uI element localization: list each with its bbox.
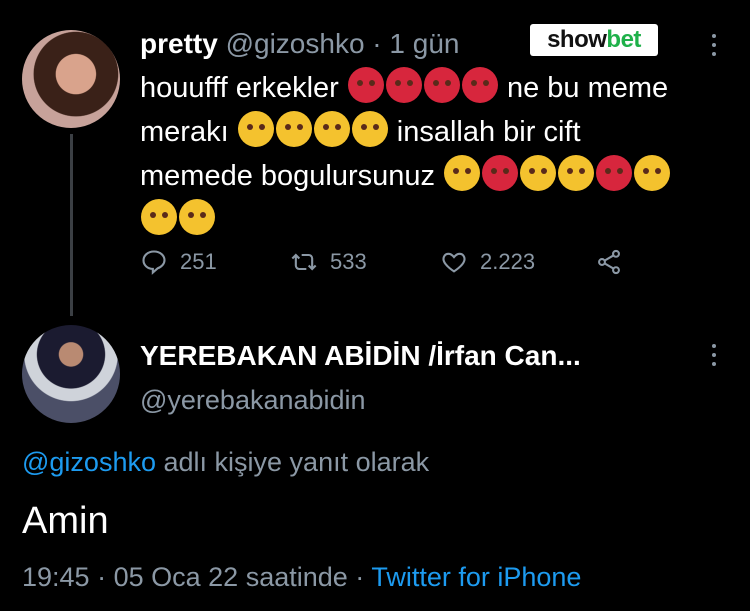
retweet-icon: [291, 253, 317, 271]
reply-count: 251: [180, 249, 217, 274]
tweet-meta: 19:45 · 05 Oca 22 saatinde · Twitter for…: [22, 562, 581, 593]
steam-face-icon: [141, 199, 177, 235]
steam-face-icon: [444, 155, 481, 191]
steam-face-icon: [179, 199, 215, 235]
tweet-text: houufff erkekler ne bu meme merakı insal…: [140, 66, 730, 242]
reply-context: @gizoshko adlı kişiye yanıt olarak: [22, 447, 429, 478]
thread-connector: [70, 134, 73, 316]
angry-face-icon: [596, 155, 633, 191]
angry-face-icon: [423, 67, 460, 103]
tweet-actions: 251 533 2.223: [140, 248, 640, 288]
author-handle[interactable]: @gizoshko: [226, 28, 365, 59]
avatar[interactable]: [22, 325, 120, 423]
frowning-face-icon: [520, 155, 557, 191]
reply-button[interactable]: 251: [140, 248, 217, 276]
frowning-face-icon: [275, 111, 312, 147]
author-handle[interactable]: @yerebakanabidin: [140, 385, 366, 416]
like-button[interactable]: 2.223: [440, 248, 535, 276]
retweet-count: 533: [330, 249, 367, 274]
angry-face-icon: [461, 67, 498, 103]
steam-face-icon: [558, 155, 595, 191]
steam-face-icon: [313, 111, 350, 147]
angry-face-icon: [385, 67, 422, 103]
like-count: 2.223: [480, 249, 536, 274]
mention-link[interactable]: @gizoshko: [22, 447, 156, 477]
tweet-source[interactable]: Twitter for iPhone: [371, 562, 581, 592]
text-segment: houufff erkekler: [140, 72, 339, 104]
separator-dot: ·: [372, 28, 382, 59]
tweet-time[interactable]: 19:45: [22, 562, 90, 592]
text-segment: insallah bir cift: [396, 116, 581, 148]
tweet-date[interactable]: 05 Oca 22 saatinde: [114, 562, 348, 592]
share-icon: [598, 249, 620, 275]
frowning-face-icon: [237, 111, 274, 147]
text-segment: ne bu meme: [506, 72, 669, 104]
tweet-thread: pretty @gizoshko · 1 gün show bet houufff…: [0, 0, 750, 611]
author-name[interactable]: YEREBAKAN ABİDİN /İrfan Can...: [140, 340, 581, 372]
angry-face-icon: [347, 67, 384, 103]
reply-icon: [142, 250, 166, 275]
avatar[interactable]: [22, 30, 120, 128]
steam-face-icon: [351, 111, 388, 147]
share-button[interactable]: [595, 248, 623, 276]
logo-text-show: show: [547, 26, 607, 53]
text-segment: memede bogulursunuz: [140, 160, 436, 192]
like-icon: [442, 252, 466, 273]
logo-text-bet: bet: [606, 26, 641, 53]
tweet-header: pretty @gizoshko · 1 gün: [140, 28, 459, 60]
author-name[interactable]: pretty: [140, 28, 218, 59]
more-icon[interactable]: [708, 344, 720, 366]
reply-context-text: adlı kişiye yanıt olarak: [163, 447, 430, 477]
angry-face-icon: [482, 155, 519, 191]
retweet-button[interactable]: 533: [290, 248, 367, 276]
steam-face-icon: [634, 155, 671, 191]
more-icon[interactable]: [708, 34, 720, 56]
text-segment: merakı: [140, 116, 229, 148]
showbet-logo: show bet: [530, 24, 658, 56]
tweet-time[interactable]: 1 gün: [389, 28, 459, 59]
tweet-text: Amin: [22, 500, 109, 542]
separator-dot: ·: [97, 562, 107, 592]
separator-dot: ·: [355, 562, 365, 592]
